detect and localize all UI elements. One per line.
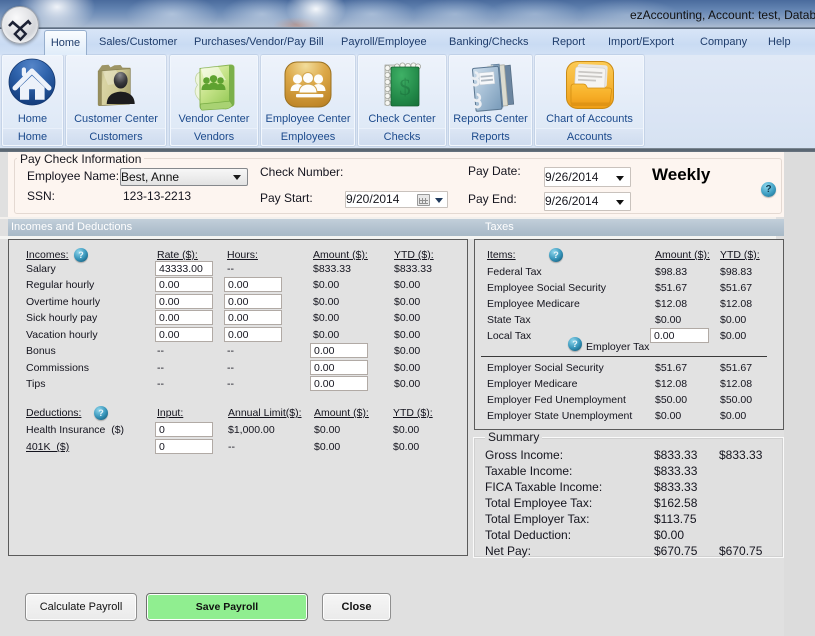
svg-text:$: $: [399, 75, 411, 100]
